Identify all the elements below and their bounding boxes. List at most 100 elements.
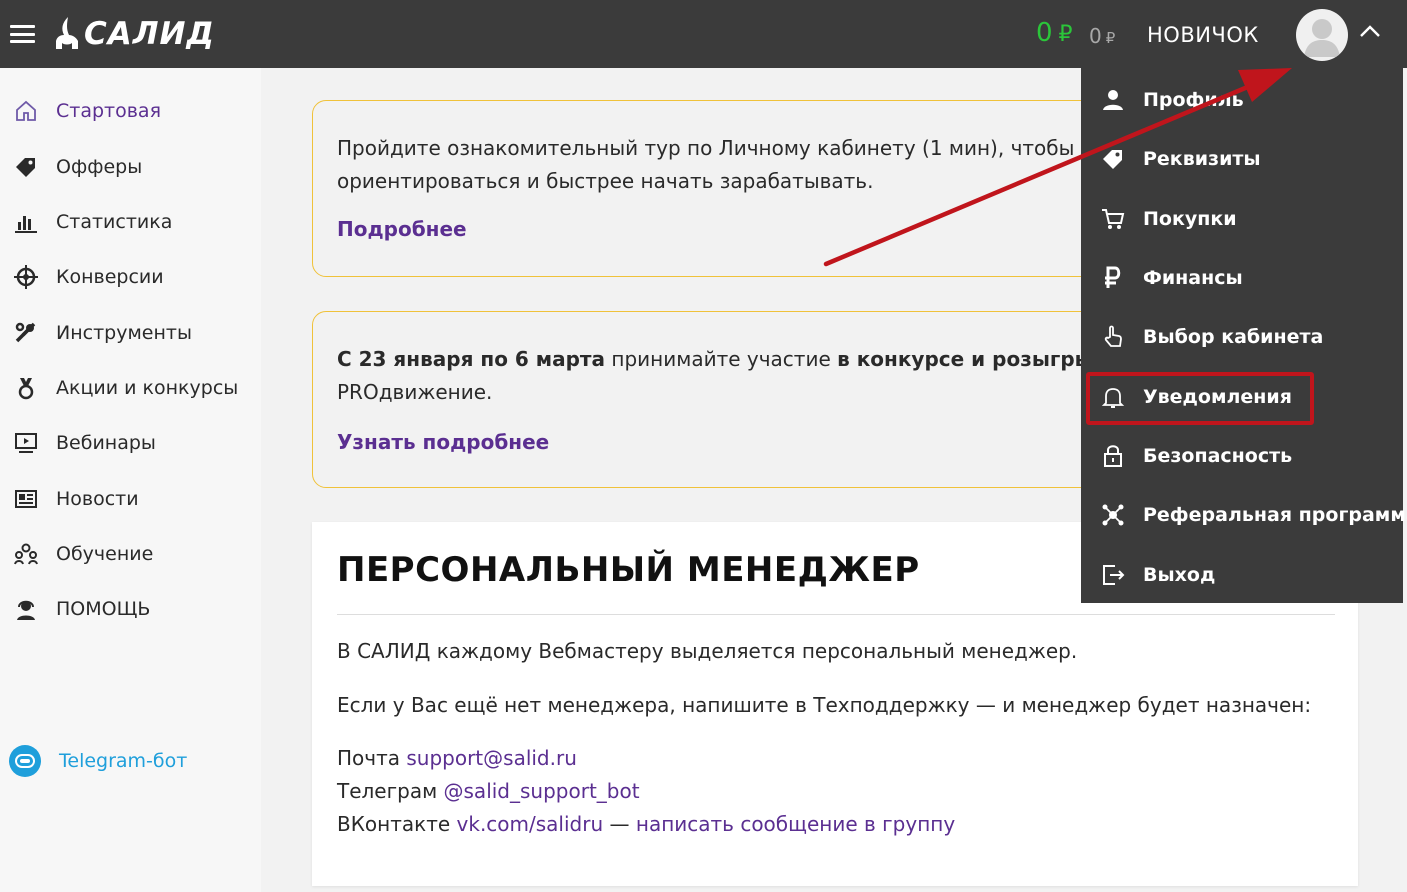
vk-group-link[interactable]: vk.com/salidru: [457, 812, 604, 836]
contest-notice-line1: С 23 января по 6 марта принимайте участи…: [337, 343, 1112, 376]
telegram-icon: [9, 745, 41, 777]
medal-icon: [13, 375, 39, 401]
sidebar-item-news[interactable]: Новости: [0, 479, 261, 519]
sidebar-item-help[interactable]: ПОМОЩЬ: [0, 589, 261, 629]
lock-icon: [1100, 443, 1126, 469]
tour-notice-line2: ориентироваться и быстрее начать зарабат…: [337, 169, 874, 193]
menu-item-cabinet-choice[interactable]: Выбор кабинета: [1081, 311, 1403, 363]
contest-text: принимайте участие: [605, 347, 838, 371]
menu-item-label: Финансы: [1143, 267, 1243, 289]
user-icon: [1100, 87, 1126, 113]
balance-secondary-currency: ₽: [1105, 29, 1116, 47]
manager-instructions: Если у Вас ещё нет менеджера, напишите в…: [337, 693, 1312, 717]
people-icon: [13, 541, 39, 567]
contact-vk-separator: —: [603, 812, 636, 836]
menu-item-label: Уведомления: [1143, 386, 1292, 408]
balance-main[interactable]: 0 ₽: [1036, 18, 1073, 48]
pointer-hand-icon: [1100, 324, 1126, 350]
sidebar-item-label: ПОМОЩЬ: [56, 598, 151, 620]
brand-name: САЛИД: [84, 16, 216, 52]
sidebar-item-label: Обучение: [56, 543, 154, 565]
bar-chart-icon: [13, 209, 39, 235]
ruble-icon: [1100, 265, 1126, 291]
bell-icon: [1100, 384, 1126, 410]
webinar-icon: [13, 430, 39, 456]
manager-title: ПЕРСОНАЛЬНЫЙ МЕНЕДЖЕР: [337, 550, 920, 590]
menu-item-label: Выход: [1143, 564, 1216, 586]
sidebar-item-home[interactable]: Стартовая: [0, 91, 261, 131]
sidebar-item-label: Офферы: [56, 156, 143, 178]
contact-telegram: Телеграм @salid_support_bot: [337, 779, 640, 803]
balance-main-value: 0: [1036, 18, 1053, 48]
sidebar-item-conversions[interactable]: Конверсии: [0, 257, 261, 297]
sidebar-item-label: Конверсии: [56, 266, 164, 288]
tour-notice-line1: Пройдите ознакомительный тур по Личному …: [337, 136, 1112, 160]
contest-highlight: в конкурсе и розыгрыше: [837, 347, 1112, 371]
sidebar-item-promotions[interactable]: Акции и конкурсы: [0, 368, 261, 408]
sidebar-item-offers[interactable]: Офферы: [0, 147, 261, 187]
support-agent-icon: [13, 596, 39, 622]
menu-item-label: Профиль: [1143, 89, 1244, 111]
menu-icon[interactable]: [10, 25, 35, 43]
telegram-bot-link[interactable]: Telegram-бот: [9, 744, 249, 778]
contest-notice: С 23 января по 6 марта принимайте участи…: [312, 311, 1112, 488]
support-telegram-link[interactable]: @salid_support_bot: [444, 779, 640, 803]
contact-mail: Почта support@salid.ru: [337, 746, 577, 770]
divider: [337, 614, 1335, 615]
sidebar-item-learning[interactable]: Обучение: [0, 534, 261, 574]
sidebar-item-webinars[interactable]: Вебинары: [0, 423, 261, 463]
contact-vk: ВКонтакте vk.com/salidru — написать сооб…: [337, 812, 955, 836]
sidebar-item-tools[interactable]: Инструменты: [0, 313, 261, 353]
menu-item-label: Реквизиты: [1143, 148, 1261, 170]
home-icon: [13, 98, 39, 124]
menu-item-finances[interactable]: Финансы: [1081, 252, 1403, 304]
logout-icon: [1100, 562, 1126, 588]
menu-item-logout[interactable]: Выход: [1081, 549, 1403, 601]
avatar[interactable]: [1296, 9, 1348, 61]
menu-item-label: Покупки: [1143, 208, 1237, 230]
contact-mail-label: Почта: [337, 746, 407, 770]
sidebar-item-label: Акции и конкурсы: [56, 377, 239, 399]
menu-item-profile[interactable]: Профиль: [1081, 74, 1403, 126]
tag-icon: [13, 154, 39, 180]
menu-item-label: Безопасность: [1143, 445, 1293, 467]
menu-item-notifications[interactable]: Уведомления: [1081, 371, 1403, 423]
logo[interactable]: САЛИД: [52, 14, 215, 54]
contact-telegram-label: Телеграм: [337, 779, 444, 803]
contact-vk-label: ВКонтакте: [337, 812, 457, 836]
contest-dates: С 23 января по 6 марта: [337, 347, 606, 371]
tag-icon: [1100, 146, 1126, 172]
sidebar: Стартовая Офферы Статистика Конверсии Ин…: [0, 68, 261, 892]
support-email-link[interactable]: support@salid.ru: [406, 746, 577, 770]
tour-notice: Пройдите ознакомительный тур по Личному …: [312, 100, 1112, 277]
top-bar: САЛИД 0 ₽ 0 ₽ НОВИЧОК: [0, 0, 1407, 68]
menu-item-security[interactable]: Безопасность: [1081, 430, 1403, 482]
sidebar-item-label: Статистика: [56, 211, 173, 233]
menu-item-label: Реферальная программа: [1143, 504, 1407, 526]
menu-item-referral[interactable]: Реферальная программа: [1081, 489, 1407, 541]
balance-secondary[interactable]: 0 ₽: [1089, 24, 1115, 48]
menu-item-label: Выбор кабинета: [1143, 326, 1324, 348]
sidebar-item-label: Новости: [56, 488, 139, 510]
newspaper-icon: [13, 486, 39, 512]
sidebar-item-label: Вебинары: [56, 432, 156, 454]
logo-mark-icon: [56, 17, 78, 49]
balance-secondary-value: 0: [1089, 24, 1102, 48]
vk-message-link[interactable]: написать сообщение в группу: [636, 812, 955, 836]
tools-icon: [13, 320, 39, 346]
sidebar-item-label: Инструменты: [56, 322, 192, 344]
sidebar-item-label: Стартовая: [56, 100, 162, 122]
contest-notice-line2: PROдвижение.: [337, 380, 493, 404]
contest-more-link[interactable]: Узнать подробнее: [337, 430, 549, 454]
user-level[interactable]: НОВИЧОК: [1147, 23, 1259, 47]
sidebar-item-statistics[interactable]: Статистика: [0, 202, 261, 242]
chevron-up-icon[interactable]: [1358, 22, 1382, 40]
balance-main-currency: ₽: [1058, 22, 1073, 47]
referral-icon: [1100, 502, 1126, 528]
menu-item-requisites[interactable]: Реквизиты: [1081, 133, 1403, 185]
manager-intro: В САЛИД каждому Вебмастеру выделяется пе…: [337, 639, 1078, 663]
menu-item-purchases[interactable]: Покупки: [1081, 193, 1403, 245]
target-icon: [13, 264, 39, 290]
cart-icon: [1100, 206, 1126, 232]
tour-more-link[interactable]: Подробнее: [337, 217, 467, 241]
